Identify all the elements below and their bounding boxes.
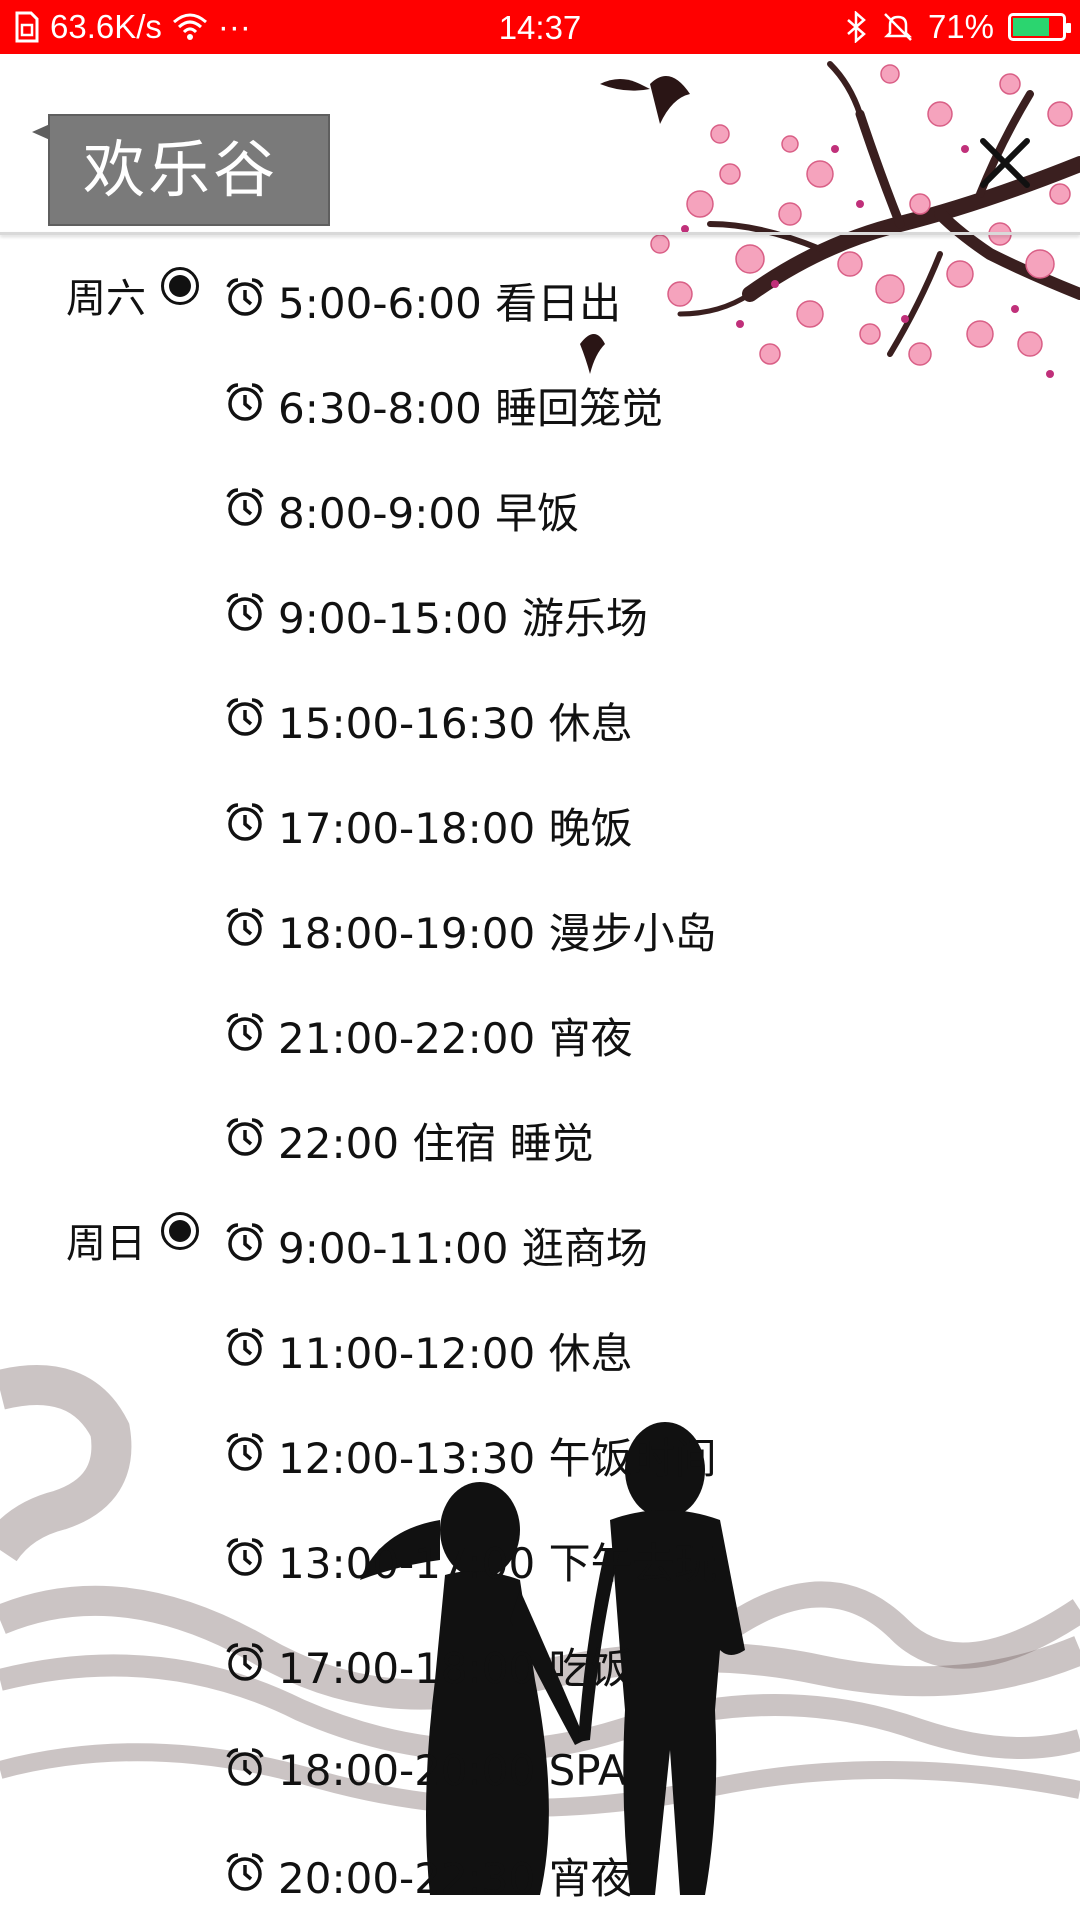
day-marker-icon	[161, 1212, 199, 1250]
alarm-clock-icon	[226, 1432, 264, 1471]
alarm-clock-icon	[226, 1012, 264, 1051]
header-divider	[0, 232, 1080, 235]
schedule-item[interactable]: 18:00-19:00 漫步小岛	[224, 870, 1080, 975]
day-label: 周日	[66, 1221, 146, 1267]
day-marker-icon	[161, 267, 199, 305]
schedule-list: 周六 5:00-6:00 看日出 6:30-8:00 睡回笼觉 8:00-9:0…	[0, 240, 1080, 1920]
day-block-saturday: 周六 5:00-6:00 看日出 6:30-8:00 睡回笼觉 8:00-9:0…	[0, 240, 1080, 1185]
schedule-item-text: 5:00-6:00 看日出	[278, 279, 622, 328]
alarm-clock-icon	[226, 1852, 264, 1891]
alarm-clock-icon	[226, 487, 264, 526]
schedule-item[interactable]: 9:00-11:00 逛商场	[224, 1185, 1080, 1290]
schedule-item[interactable]: 20:00-22:30 宵夜	[224, 1815, 1080, 1920]
schedule-item[interactable]: 15:00-16:30 休息	[224, 660, 1080, 765]
schedule-item[interactable]: 6:30-8:00 睡回笼觉	[224, 345, 1080, 450]
schedule-item-text: 17:00-18:00 晚饭	[278, 804, 633, 853]
close-icon	[980, 138, 1030, 188]
alarm-clock-icon	[226, 1117, 264, 1156]
battery-icon	[1008, 13, 1071, 41]
alarm-clock-icon	[226, 592, 264, 631]
alarm-clock-icon	[226, 802, 264, 841]
schedule-item-text: 6:30-8:00 睡回笼觉	[278, 384, 664, 433]
schedule-item-text: 17:00-18:00 吃饭	[278, 1644, 633, 1693]
schedule-item[interactable]: 9:00-15:00 游乐场	[224, 555, 1080, 660]
alarm-clock-icon	[226, 1642, 264, 1681]
schedule-item[interactable]: 22:00 住宿 睡觉	[224, 1080, 1080, 1185]
alarm-clock-icon	[226, 382, 264, 421]
schedule-item-text: 9:00-15:00 游乐场	[278, 594, 648, 643]
page-title: 欢乐谷	[32, 114, 330, 226]
schedule-item[interactable]: 18:00-20:00 SPA	[224, 1710, 1080, 1815]
schedule-item-text: 20:00-22:30 宵夜	[278, 1854, 633, 1903]
schedule-item-text: 8:00-9:00 早饭	[278, 489, 580, 538]
battery-percent: 71%	[927, 8, 994, 45]
alarm-clock-icon	[226, 907, 264, 946]
schedule-item[interactable]: 8:00-9:00 早饭	[224, 450, 1080, 555]
alarm-clock-icon	[226, 697, 264, 736]
schedule-item-text: 12:00-13:30 午饭时间	[278, 1434, 717, 1483]
status-right: 71%	[844, 8, 1071, 46]
bluetooth-icon	[847, 11, 866, 43]
schedule-item-text: 21:00-22:00 宵夜	[278, 1014, 633, 1063]
day-label: 周六	[66, 276, 146, 322]
mute-icon	[883, 13, 912, 41]
schedule-item-text: 22:00 住宿 睡觉	[278, 1119, 594, 1168]
schedule-item[interactable]: 11:00-12:00 休息	[224, 1290, 1080, 1395]
schedule-item[interactable]: 17:00-18:00 晚饭	[224, 765, 1080, 870]
close-button[interactable]	[975, 133, 1035, 193]
alarm-clock-icon	[226, 277, 264, 316]
schedule-item[interactable]: 13:00-17:00 下午去玩	[224, 1500, 1080, 1605]
schedule-item-text: 18:00-20:00 SPA	[278, 1746, 627, 1795]
alarm-clock-icon	[226, 1747, 264, 1786]
alarm-clock-icon	[226, 1327, 264, 1366]
alarm-clock-icon	[226, 1537, 264, 1576]
schedule-item[interactable]: 5:00-6:00 看日出	[224, 240, 1080, 345]
status-bar: 63.6K/s ··· 14:37 71%	[0, 0, 1080, 54]
schedule-item[interactable]: 17:00-18:00 吃饭	[224, 1605, 1080, 1710]
schedule-item-text: 11:00-12:00 休息	[278, 1329, 633, 1378]
alarm-clock-icon	[226, 1222, 264, 1261]
day-block-sunday: 周日 9:00-11:00 逛商场 11:00-12:00 休息 12:00-1…	[0, 1185, 1080, 1920]
schedule-item-text: 13:00-17:00 下午去玩	[278, 1539, 717, 1588]
schedule-item-text: 9:00-11:00 逛商场	[278, 1224, 648, 1273]
schedule-item-text: 15:00-16:30 休息	[278, 699, 633, 748]
schedule-item[interactable]: 12:00-13:30 午饭时间	[224, 1395, 1080, 1500]
schedule-item[interactable]: 21:00-22:00 宵夜	[224, 975, 1080, 1080]
schedule-item-text: 18:00-19:00 漫步小岛	[278, 909, 717, 958]
